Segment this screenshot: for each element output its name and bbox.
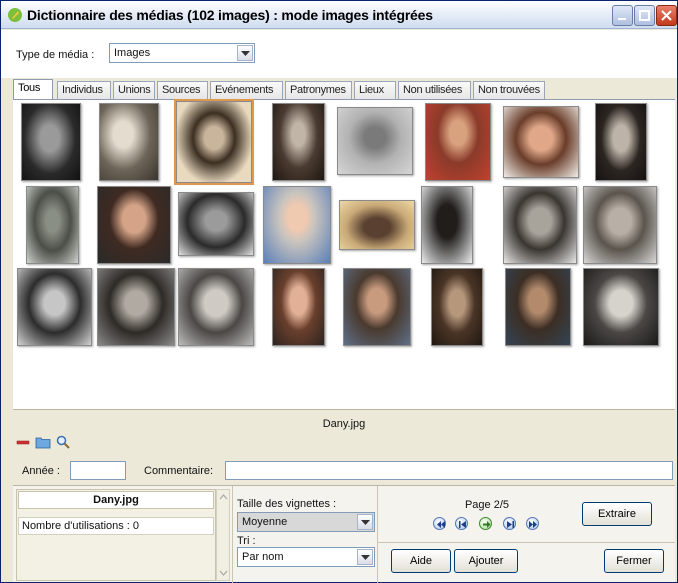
scroll-up-icon[interactable] [218,491,229,503]
extract-button[interactable]: Extraire [582,502,652,526]
app-icon [8,8,22,22]
goto-icon [483,521,491,528]
goto-page-button[interactable] [479,517,492,530]
current-file-name: Dany.jpg [322,418,366,430]
photo-thumbnail[interactable] [97,268,175,346]
photo-thumbnail[interactable] [178,192,254,256]
tab-non-trouvees[interactable]: Non trouvées [473,81,545,99]
help-button[interactable]: Aide [391,549,451,573]
chevron-down-icon[interactable] [357,549,373,565]
media-type-value: Images [114,47,151,59]
photo-thumbnail[interactable] [272,103,325,181]
bottom-panel: Dany.jpg Nombre d'utilisations : 0 Taill… [13,485,675,583]
tab-individus[interactable]: Individus [57,81,111,99]
tab-sources[interactable]: Sources [157,81,208,99]
photo-thumbnail-selected[interactable] [174,99,254,185]
file-info-panel: Dany.jpg Nombre d'utilisations : 0 [16,489,216,581]
photo-thumbnail[interactable] [595,103,647,181]
file-info-title: Dany.jpg [18,491,214,509]
close-button[interactable]: Fermer [604,549,664,573]
window-title: Dictionnaire des médias (102 images) : m… [27,7,433,23]
photo-thumbnail[interactable] [337,107,413,175]
comment-label: Commentaire: [144,465,214,477]
thumb-size-value: Moyenne [242,516,288,528]
tab-patronymes[interactable]: Patronymes [285,81,352,99]
photo-thumbnail[interactable] [263,186,331,264]
photo-thumbnail[interactable] [503,106,579,178]
media-dictionary-window: Dictionnaire des médias (102 images) : m… [0,0,678,583]
photo-thumbnail[interactable] [26,186,79,264]
year-field[interactable] [70,461,126,480]
remove-icon[interactable] [15,434,31,450]
photo-thumbnail[interactable] [583,268,659,346]
folder-icon[interactable] [35,434,51,450]
prev-page-icon [459,521,466,528]
photo-thumbnail[interactable] [425,103,491,181]
photo-thumbnail[interactable] [421,186,473,264]
close-window-button[interactable] [656,5,677,26]
chevron-down-icon[interactable] [357,514,373,530]
media-type-label: Type de média : [16,49,95,61]
photo-thumbnail[interactable] [97,186,171,264]
last-page-icon [529,521,537,528]
tab-tous[interactable]: Tous [13,79,53,100]
photo-thumbnail[interactable] [17,268,92,346]
photo-thumbnail[interactable] [583,186,657,264]
usage-count: Nombre d'utilisations : 0 [18,517,214,535]
first-page-icon [437,521,445,528]
sort-select[interactable]: Par nom [237,547,375,567]
maximize-button[interactable] [634,5,655,26]
photo-thumbnail[interactable] [339,200,415,250]
search-icon[interactable] [55,434,71,450]
thumb-size-label: Taille des vignettes : [237,498,337,510]
last-page-button[interactable] [526,517,539,530]
photo-thumbnail[interactable] [343,268,411,346]
toolbar-area [1,30,677,78]
prev-page-button[interactable] [455,517,468,530]
first-page-button[interactable] [433,517,446,530]
photo-thumbnail[interactable] [99,103,159,181]
year-label: Année : [22,465,60,477]
add-button[interactable]: Ajouter [454,549,518,573]
tab-lieux[interactable]: Lieux [354,81,396,99]
photo-thumbnail[interactable] [505,268,571,346]
photo-thumbnail[interactable] [178,268,254,346]
divider [377,486,378,583]
tab-evenements[interactable]: Evénements [210,81,283,99]
comment-field[interactable] [225,461,673,480]
photo-thumbnail[interactable] [503,186,577,264]
maximize-icon [639,10,650,21]
close-icon [661,10,672,21]
minimize-icon [618,18,626,20]
thumbnail-gallery[interactable] [13,99,675,409]
divider [232,486,233,583]
page-indicator: Page 2/5 [464,499,510,511]
chevron-down-icon[interactable] [237,45,253,61]
media-type-select[interactable]: Images [109,43,255,63]
photo-thumbnail[interactable] [21,103,81,181]
sort-value: Par nom [242,551,284,563]
next-page-button[interactable] [503,517,516,530]
next-page-icon [507,521,514,528]
scroll-down-icon[interactable] [218,567,229,579]
info-scrollbar[interactable] [216,489,230,581]
current-file-bar: Dany.jpg [13,409,675,433]
divider [377,542,675,543]
thumb-size-select[interactable]: Moyenne [237,512,375,532]
photo-thumbnail[interactable] [272,268,325,346]
tab-non-utilisees[interactable]: Non utilisées [398,81,471,99]
sort-label: Tri : [237,535,256,547]
minimize-button[interactable] [612,5,633,26]
tab-unions[interactable]: Unions [113,81,155,99]
photo-thumbnail[interactable] [431,268,483,346]
title-bar[interactable]: Dictionnaire des médias (102 images) : m… [1,1,677,29]
